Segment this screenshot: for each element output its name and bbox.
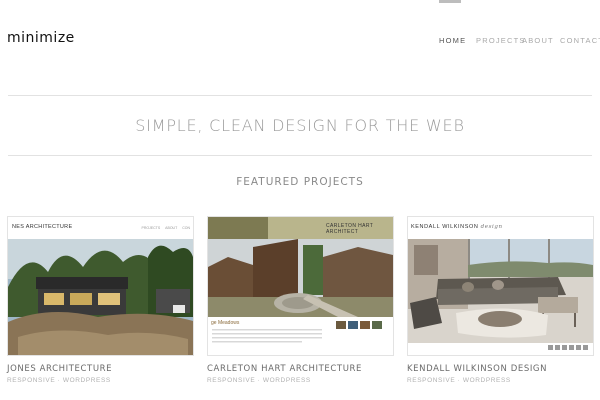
- nav-projects[interactable]: PROJECTS: [476, 36, 526, 45]
- project-thumbnail[interactable]: CARLETON HART ARCHITECT ge Meadows: [207, 216, 394, 356]
- thumb-brand: NES ARCHITECTURE: [12, 224, 73, 230]
- project-title[interactable]: KENDALL WILKINSON DESIGN: [407, 364, 592, 374]
- tagline: SIMPLE, CLEAN DESIGN FOR THE WEB: [135, 116, 465, 135]
- carleton-thumbnail-image: [208, 217, 393, 355]
- project-card-jones[interactable]: NES ARCHITECTURE PROJECTS ABOUT CON JONES …: [7, 216, 194, 384]
- divider-bottom: [8, 155, 592, 156]
- project-tags: RESPONSIVE · WORDPRESS: [7, 377, 111, 384]
- divider-top: [8, 95, 592, 96]
- top-accent-bar: [439, 0, 461, 3]
- nav-home[interactable]: HOME: [439, 36, 466, 45]
- jones-thumbnail-image: [8, 217, 193, 355]
- thumb-brand: CARLETON HART ARCHITECT: [326, 223, 374, 235]
- project-thumbnail[interactable]: KENDALL WILKINSON design: [407, 216, 594, 356]
- kendall-thumbnail-image: [408, 217, 593, 355]
- thumb-nav: PROJECTS ABOUT CON: [141, 226, 190, 230]
- thumb-header: NES ARCHITECTURE PROJECTS ABOUT CON: [8, 217, 193, 237]
- project-tags: RESPONSIVE · WORDPRESS: [407, 377, 511, 384]
- project-tags: RESPONSIVE · WORDPRESS: [207, 377, 311, 384]
- nav-contact[interactable]: CONTACT: [560, 36, 600, 45]
- main-nav: HOME PROJECTS ABOUT CONTACT: [0, 36, 600, 50]
- thumb-caption: ge Meadows: [211, 320, 240, 326]
- nav-about[interactable]: ABOUT: [522, 36, 554, 45]
- thumb-brand: KENDALL WILKINSON design: [411, 224, 503, 230]
- project-card-kendall[interactable]: KENDALL WILKINSON design KENDALL WILKINS…: [407, 216, 594, 384]
- featured-projects-title: FEATURED PROJECTS: [236, 176, 364, 188]
- project-thumbnail[interactable]: NES ARCHITECTURE PROJECTS ABOUT CON: [7, 216, 194, 356]
- project-card-carleton[interactable]: CARLETON HART ARCHITECT ge Meadows CARLE…: [207, 216, 394, 384]
- project-title[interactable]: CARLETON HART ARCHITECTURE: [207, 364, 392, 374]
- project-title[interactable]: JONES ARCHITECTURE: [7, 364, 192, 374]
